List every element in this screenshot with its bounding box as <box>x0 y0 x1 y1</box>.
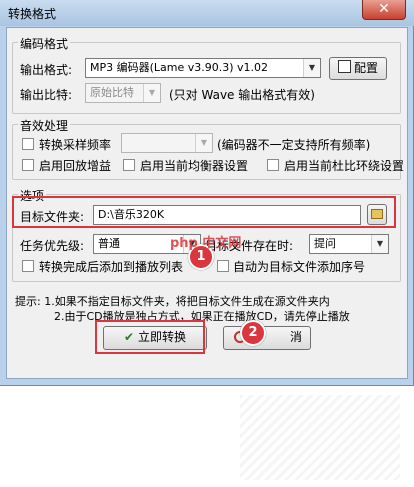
output-format-select[interactable]: MP3 编码器(Lame v3.90.3) v1.02 ▼ <box>85 58 321 78</box>
encode-group-legend: 编码格式 <box>18 35 71 52</box>
title-bar: 转换格式 <box>0 0 414 26</box>
auto-number-checkbox[interactable] <box>217 260 229 272</box>
convert-button-highlight <box>95 320 205 354</box>
chevron-down-icon: ▼ <box>303 59 320 77</box>
resample-checkbox[interactable] <box>22 138 34 150</box>
config-button-label: 配置 <box>353 61 378 75</box>
dolby-label: 启用当前杜比环绕设置 <box>284 159 405 173</box>
resample-select[interactable]: ▼ <box>121 133 213 153</box>
cancel-button[interactable]: 消 <box>223 326 311 350</box>
cancel-button-label: 消 <box>289 330 302 344</box>
convert-format-dialog: 转换格式 ✕ 编码格式 输出格式: MP3 编码器(Lame v3.90.3) … <box>0 0 414 386</box>
background-pattern <box>240 395 400 480</box>
replay-gain-label: 启用回放增益 <box>39 159 112 173</box>
target-folder-highlight <box>12 196 396 228</box>
exists-select[interactable]: 提问 ▼ <box>309 234 389 254</box>
priority-label: 任务优先级: <box>20 239 85 253</box>
tips-line-1: 提示: 1.如果不指定目标文件夹，将把目标文件生成在源文件夹内 <box>15 295 330 308</box>
eq-label: 启用当前均衡器设置 <box>140 159 249 173</box>
watermark: php 中文网 <box>170 236 242 251</box>
priority-value: 普通 <box>98 237 120 250</box>
dolby-checkbox[interactable] <box>267 159 279 171</box>
bitrate-value: 原始比特 <box>90 86 134 99</box>
output-format-label: 输出格式: <box>20 63 73 77</box>
effects-group-legend: 音效处理 <box>18 117 71 134</box>
step-badge-2: 2 <box>240 320 266 346</box>
config-icon <box>337 60 351 73</box>
chevron-down-icon: ▼ <box>143 84 160 102</box>
chevron-down-icon: ▼ <box>195 134 212 152</box>
eq-checkbox[interactable] <box>123 159 135 171</box>
bitrate-note: (只对 Wave 输出格式有效) <box>169 88 315 102</box>
window-title: 转换格式 <box>8 7 57 21</box>
close-button[interactable]: ✕ <box>362 0 406 20</box>
exists-value: 提问 <box>314 237 336 250</box>
output-format-value: MP3 编码器(Lame v3.90.3) v1.02 <box>90 61 269 74</box>
replay-gain-checkbox[interactable] <box>22 159 34 171</box>
add-to-playlist-checkbox[interactable] <box>22 260 34 272</box>
bitrate-label: 输出比特: <box>20 88 73 102</box>
resample-note: (编码器不一定支持所有频率) <box>217 138 371 152</box>
config-button[interactable]: 配置 <box>329 57 387 80</box>
bitrate-select[interactable]: 原始比特 ▼ <box>85 83 161 103</box>
chevron-down-icon: ▼ <box>371 235 388 253</box>
auto-number-label: 自动为目标文件添加序号 <box>233 260 366 274</box>
resample-label: 转换采样频率 <box>39 138 112 152</box>
add-to-playlist-label: 转换完成后添加到播放列表 <box>39 260 184 274</box>
